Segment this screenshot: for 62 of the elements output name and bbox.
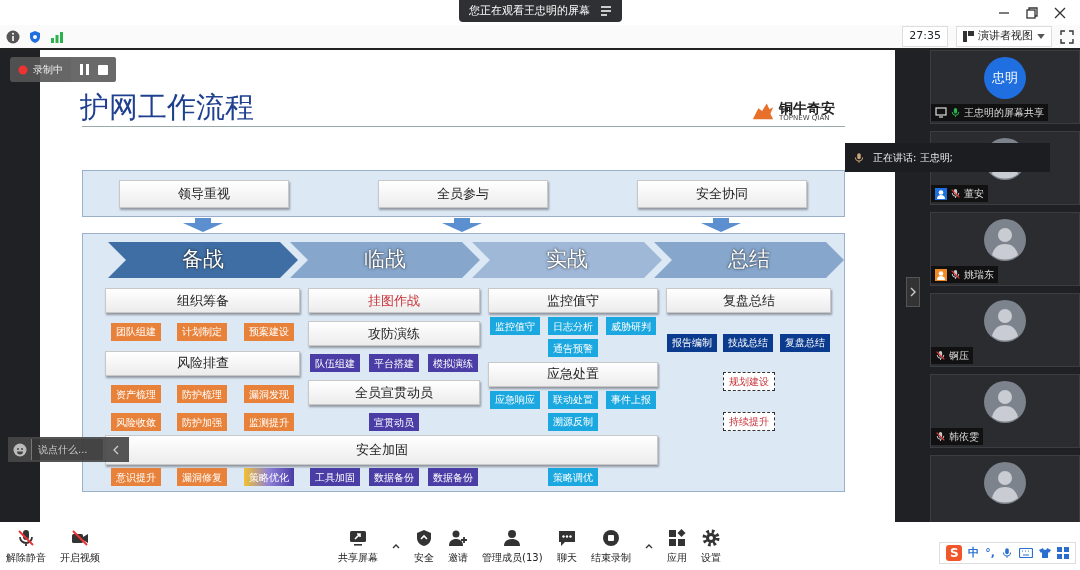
tag: 应急响应 — [490, 390, 540, 409]
phase-chevron: 实战 — [472, 242, 662, 278]
tag: 监控值守 — [490, 317, 540, 336]
phase-chevron: 总结 — [654, 242, 844, 278]
recording-label: 录制中 — [33, 63, 63, 77]
principle-box: 安全协同 — [637, 179, 807, 208]
dashed-box: 规划建设 — [722, 372, 775, 392]
tag: 复盘总结 — [779, 333, 830, 352]
slide-title: 护网工作流程 — [80, 93, 254, 122]
tag: 防护加强 — [177, 413, 228, 431]
principle-box: 领导重视 — [119, 179, 289, 208]
tag: 报告编制 — [667, 333, 718, 352]
tag: 数据备份 — [427, 468, 478, 486]
tag: 宣贯动员 — [369, 413, 419, 431]
dashed-box: 持续提升 — [722, 411, 775, 431]
step-box: 挂图作战 — [308, 288, 480, 313]
step-box: 风险排查 — [105, 350, 300, 376]
step-box: 全员宣贯动员 — [308, 380, 480, 405]
tag: 计划制定 — [177, 322, 228, 341]
phase-chevron: 备战 — [108, 242, 298, 278]
tag: 策略调优 — [548, 468, 598, 486]
tag: 事件上报 — [606, 390, 656, 409]
participant-name: 姚瑞东 — [964, 268, 994, 282]
tag: 团队组建 — [111, 322, 162, 341]
tag: 队伍组建 — [310, 354, 361, 372]
tag: 工具加固 — [310, 468, 361, 486]
tag: 防护梳理 — [177, 385, 228, 404]
tag: 平台搭建 — [369, 354, 419, 372]
tag: 意识提升 — [111, 468, 162, 486]
tag: 模拟演练 — [427, 354, 478, 372]
step-box: 监控值守 — [488, 288, 658, 313]
ime-logo: S — [946, 544, 963, 561]
participant-name: 董安 — [964, 187, 984, 201]
tag: 风险收敛 — [111, 413, 162, 431]
step-box: 攻防演练 — [308, 321, 480, 346]
tag: 资产梳理 — [111, 385, 162, 404]
banner-text: 您正在观看王忠明的屏幕 — [468, 2, 590, 19]
logo-name: 铜牛奇安 — [779, 100, 835, 115]
tag: 通告预警 — [548, 339, 598, 358]
step-box: 应急处置 — [488, 361, 658, 387]
tag: 数据备份 — [369, 468, 419, 486]
meeting-timer: 27:35 — [902, 26, 948, 47]
participant-name: 锕压 — [949, 349, 969, 363]
tag: 策略优化 — [243, 468, 294, 486]
step-box: 组织筹备 — [105, 288, 300, 313]
speaking-text: 正在讲话: 王忠明; — [873, 151, 953, 165]
tag: 漏洞修复 — [177, 468, 228, 486]
phase-chevron: 临战 — [290, 242, 480, 278]
avatar: 忠明 — [984, 57, 1026, 99]
tag: 监测提升 — [243, 413, 294, 431]
tag: 漏洞发现 — [243, 385, 294, 404]
principle-box: 全员参与 — [378, 179, 548, 208]
step-box: 安全加固 — [105, 435, 658, 465]
participant-name: 王忠明的屏幕共享 — [964, 106, 1044, 120]
tag: 预案建设 — [243, 322, 294, 341]
tag: 日志分析 — [548, 317, 598, 336]
tag: 技战总结 — [723, 333, 774, 352]
tag: 威胁研判 — [606, 317, 656, 336]
participant-name: 韩依雯 — [949, 430, 979, 444]
tag: 溯源反制 — [548, 412, 598, 431]
step-box: 复盘总结 — [666, 288, 831, 313]
tag: 联动处置 — [548, 390, 598, 409]
